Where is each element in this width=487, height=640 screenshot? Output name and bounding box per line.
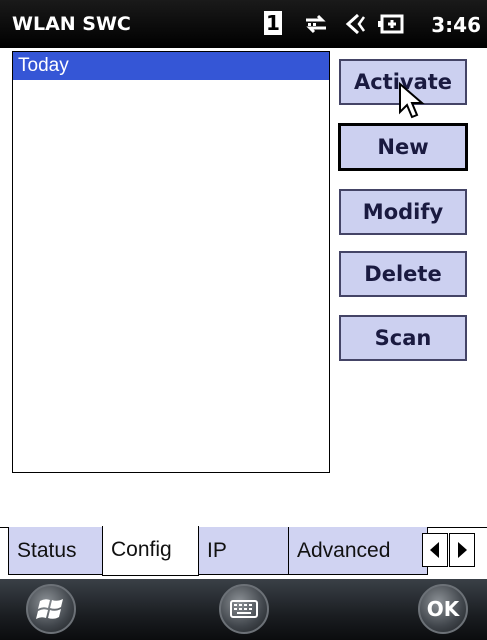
- tab-ip[interactable]: IP: [198, 527, 289, 575]
- profile-list[interactable]: Today: [12, 51, 330, 473]
- arrow-left-icon[interactable]: [422, 533, 448, 567]
- tab-scroll-arrows: [422, 533, 480, 567]
- list-item[interactable]: Today: [13, 52, 329, 80]
- volume-icon[interactable]: [340, 11, 368, 37]
- tab-advanced[interactable]: Advanced: [288, 527, 428, 575]
- title-bar: WLAN SWC 1 3:46: [0, 0, 487, 48]
- status-icons: 1 3:46: [256, 8, 481, 40]
- signal-indicator: 1: [264, 11, 282, 35]
- arrow-right-icon[interactable]: [449, 533, 475, 567]
- modify-button[interactable]: Modify: [339, 189, 467, 235]
- soft-key-bar: OK: [0, 579, 487, 640]
- battery-icon[interactable]: [378, 11, 406, 37]
- ok-button[interactable]: OK: [418, 584, 468, 634]
- windows-start-icon[interactable]: [26, 584, 76, 634]
- app-title: WLAN SWC: [12, 13, 131, 35]
- keyboard-icon[interactable]: [219, 584, 269, 634]
- new-button[interactable]: New: [338, 123, 468, 171]
- clock[interactable]: 3:46: [431, 13, 481, 37]
- mouse-pointer-icon: [399, 82, 425, 119]
- delete-button[interactable]: Delete: [339, 251, 467, 297]
- ok-label: OK: [426, 597, 460, 621]
- tab-status[interactable]: Status: [8, 527, 103, 575]
- tab-config[interactable]: Config: [102, 526, 199, 576]
- scan-button[interactable]: Scan: [339, 315, 467, 361]
- data-connection-icon[interactable]: [302, 11, 330, 37]
- tab-bar: Status Config IP Advanced: [0, 526, 487, 577]
